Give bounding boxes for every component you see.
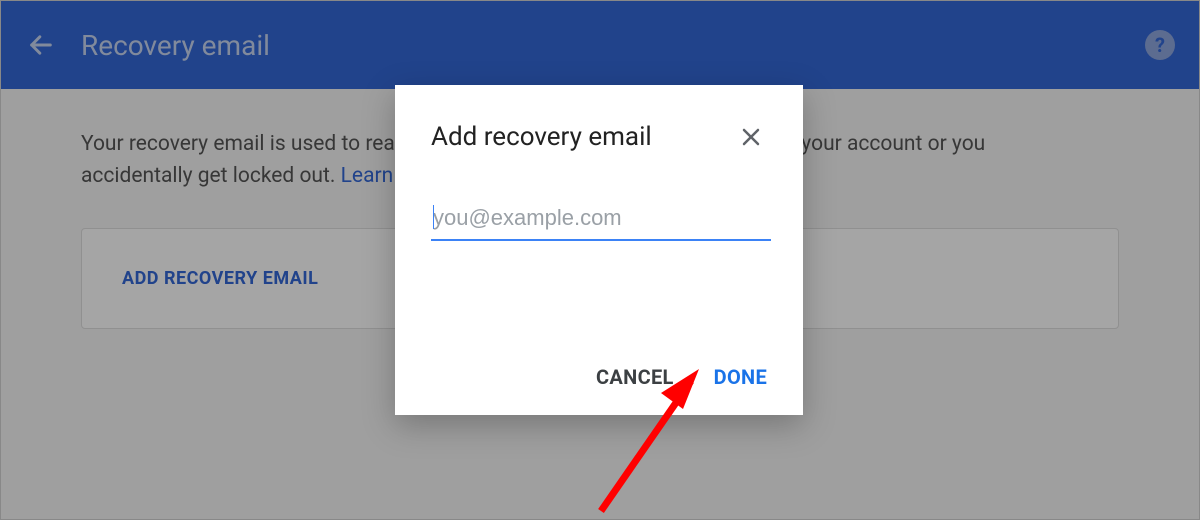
dialog-title: Add recovery email bbox=[431, 122, 652, 152]
recovery-email-input[interactable] bbox=[431, 201, 771, 241]
dialog-header: Add recovery email bbox=[431, 121, 767, 153]
email-input-wrap bbox=[431, 201, 767, 241]
close-icon[interactable] bbox=[735, 121, 767, 153]
dialog-actions: CANCEL DONE bbox=[596, 365, 767, 389]
done-button[interactable]: DONE bbox=[714, 365, 767, 389]
add-recovery-email-dialog: Add recovery email CANCEL DONE bbox=[395, 85, 803, 415]
cancel-button[interactable]: CANCEL bbox=[596, 365, 674, 389]
text-caret bbox=[433, 205, 434, 229]
